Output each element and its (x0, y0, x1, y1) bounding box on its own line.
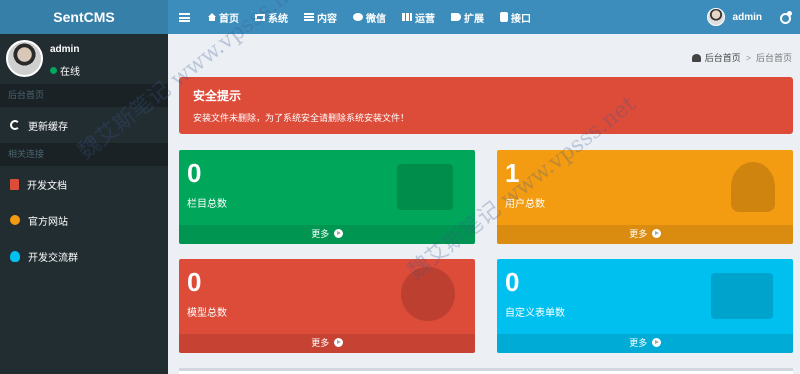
more-label: 更多 (629, 229, 648, 239)
alert-title: 安全提示 (193, 89, 242, 103)
header-user-name: admin (732, 11, 762, 23)
nav-item-content[interactable]: 内容 (296, 0, 345, 34)
breadcrumb-separator: > (745, 52, 751, 63)
sidebar-item-label: 开发文档 (27, 180, 67, 192)
arrow-circle-right-icon (333, 338, 343, 347)
nav-item-system[interactable]: 系统 (247, 0, 296, 34)
file-icon (10, 178, 19, 190)
database-icon (500, 12, 508, 22)
sidebar-item-official-site[interactable]: 官方网站 (0, 202, 168, 238)
nav-item-api[interactable]: 接口 (492, 0, 539, 34)
nav-item-wechat[interactable]: 微信 (345, 0, 394, 34)
sidebar-item-refresh-cache[interactable]: 更新缓存 (0, 107, 168, 143)
stat-box-users: 1 用户总数 更多 (497, 150, 793, 244)
nav-item-extensions[interactable]: 扩展 (443, 0, 492, 34)
nav-label: 接口 (511, 13, 531, 25)
sidebar-item-dev-group[interactable]: 开发交流群 (0, 238, 168, 274)
dashboard-icon (691, 53, 701, 62)
nav-item-operations[interactable]: 运营 (394, 0, 443, 34)
laptop-icon (255, 13, 265, 21)
more-link[interactable]: 更多 (179, 225, 475, 244)
more-label: 更多 (629, 338, 648, 348)
grid-icon (402, 13, 412, 21)
nav-label: 运营 (415, 13, 435, 25)
user-status: 在线 (50, 63, 80, 78)
sidebar: admin 在线 后台首页 更新缓存 相关连接 开发文档 官方网站 开发交流群 (0, 34, 168, 374)
top-header: SentCMS 首页 系统 内容 微信 运营 扩展 接口 admin (0, 0, 800, 34)
menu-icon (178, 12, 190, 22)
user-menu[interactable]: admin (706, 0, 762, 34)
alert-text: 安装文件未删除，为了系统安全请删除系统安装文件！ (193, 113, 410, 123)
breadcrumb-current: 后台首页 (755, 53, 792, 63)
tag-icon (451, 13, 461, 21)
avatar (6, 40, 43, 77)
user-panel: admin 在线 (0, 34, 168, 84)
sidebar-item-label: 更新缓存 (28, 121, 68, 133)
user-icon (731, 162, 775, 212)
more-link[interactable]: 更多 (179, 334, 475, 353)
more-label: 更多 (311, 338, 330, 348)
qq-icon (10, 250, 20, 262)
sidebar-header: 相关连接 (0, 143, 168, 166)
globe-icon (401, 267, 455, 321)
arrow-circle-right-icon (651, 229, 661, 238)
stat-value: 0 (505, 267, 520, 297)
sidebar-header: 后台首页 (0, 84, 168, 107)
wechat-icon (353, 13, 363, 21)
stat-label: 模型总数 (187, 308, 227, 319)
money-icon (397, 164, 453, 210)
app-logo[interactable]: SentCMS (0, 0, 168, 34)
next-panel-edge (179, 368, 793, 374)
stat-label: 用户总数 (505, 199, 545, 210)
nav-label: 扩展 (464, 13, 484, 25)
envelope-icon (711, 273, 773, 319)
nav-label: 微信 (366, 13, 386, 25)
gears-icon[interactable] (780, 11, 792, 24)
stat-box-forms: 0 自定义表单数 更多 (497, 259, 793, 353)
refresh-icon (10, 120, 20, 130)
sidebar-item-label: 开发交流群 (28, 252, 78, 264)
nav-label: 系统 (268, 13, 288, 25)
sidebar-user-name: admin (50, 44, 80, 55)
stat-box-columns: 0 栏目总数 更多 (179, 150, 475, 244)
nav-label: 内容 (317, 13, 337, 25)
sidebar-item-label: 官方网站 (28, 216, 68, 228)
arrow-circle-right-icon (651, 338, 661, 347)
stat-label: 自定义表单数 (505, 308, 565, 319)
stat-label: 栏目总数 (187, 199, 227, 210)
home-icon (208, 12, 216, 21)
nav-label: 首页 (219, 13, 239, 25)
more-label: 更多 (311, 229, 330, 239)
security-alert: 安全提示 安装文件未删除，为了系统安全请删除系统安装文件！ (179, 77, 793, 134)
nav-item-home[interactable]: 首页 (200, 0, 247, 34)
stat-value: 0 (187, 267, 202, 297)
list-icon (304, 13, 314, 21)
sidebar-toggle-button[interactable] (170, 0, 198, 34)
stat-box-models: 0 模型总数 更多 (179, 259, 475, 353)
top-nav: 首页 系统 内容 微信 运营 扩展 接口 (200, 0, 539, 34)
globe-icon (10, 215, 20, 225)
status-label: 在线 (60, 67, 80, 78)
sidebar-item-dev-docs[interactable]: 开发文档 (0, 166, 168, 202)
breadcrumb: 后台首页 > 后台首页 (691, 51, 792, 64)
more-link[interactable]: 更多 (497, 225, 793, 244)
online-dot-icon (50, 67, 57, 74)
stat-value: 0 (187, 158, 202, 188)
more-link[interactable]: 更多 (497, 334, 793, 353)
avatar (706, 8, 725, 26)
stat-value: 1 (505, 158, 520, 188)
arrow-circle-right-icon (333, 229, 343, 238)
breadcrumb-home-link[interactable]: 后台首页 (705, 51, 741, 64)
